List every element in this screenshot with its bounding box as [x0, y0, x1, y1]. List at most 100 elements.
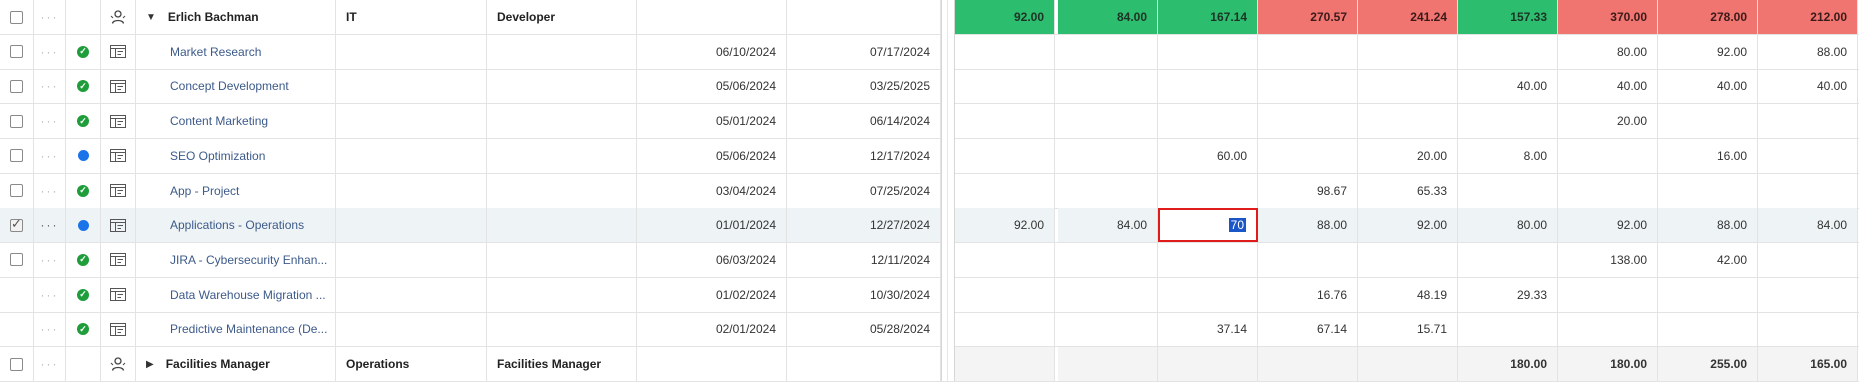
- allocation-value-cell[interactable]: 20.00: [1358, 138, 1458, 173]
- board-icon[interactable]: [110, 184, 126, 197]
- more-options-icon[interactable]: ···: [41, 114, 59, 128]
- allocation-value-cell[interactable]: [1058, 173, 1158, 208]
- task-row[interactable]: ··· ✓ Content Marketing 05/01/2024 06/14/202…: [0, 104, 1859, 140]
- more-options-icon[interactable]: ···: [41, 218, 59, 232]
- allocation-value-cell[interactable]: 40.00: [1558, 69, 1658, 104]
- board-icon-cell[interactable]: [101, 312, 136, 347]
- board-icon[interactable]: [110, 253, 126, 267]
- row-checkbox[interactable]: [10, 114, 23, 128]
- row-checkbox[interactable]: [10, 184, 23, 197]
- task-name[interactable]: Concept Development: [136, 69, 336, 104]
- row-checkbox[interactable]: [10, 216, 23, 232]
- row-menu-cell[interactable]: ···: [34, 138, 66, 173]
- board-icon[interactable]: [110, 218, 126, 232]
- group-name-cell[interactable]: ▶ Facilities Manager: [136, 347, 336, 381]
- row-checkbox[interactable]: [10, 253, 23, 267]
- allocation-value-cell[interactable]: [1458, 173, 1558, 208]
- group-row[interactable]: ··· ▶ Facilities Manager Operations Faciliti…: [0, 347, 1859, 382]
- board-icon[interactable]: [110, 114, 126, 128]
- allocation-value-cell[interactable]: 48.19: [1358, 277, 1458, 312]
- allocation-value-cell[interactable]: [1558, 277, 1658, 312]
- allocation-value-cell[interactable]: [955, 138, 1055, 173]
- more-options-icon[interactable]: ···: [41, 79, 59, 93]
- task-row[interactable]: ··· ✓ Data Warehouse Migration ... 01/02/20…: [0, 277, 1859, 313]
- allocation-value-cell[interactable]: 42.00: [1658, 242, 1758, 277]
- allocation-value-cell[interactable]: 92.00: [1658, 34, 1758, 69]
- task-row[interactable]: ··· ✓ JIRA - Cybersecurity Enhan... 06/03/2…: [0, 242, 1859, 278]
- allocation-value-cell[interactable]: [1058, 138, 1158, 173]
- board-icon[interactable]: [110, 288, 126, 302]
- allocation-value-cell[interactable]: [1158, 173, 1258, 208]
- board-icon-cell[interactable]: [101, 104, 136, 139]
- allocation-value-cell[interactable]: [955, 242, 1055, 277]
- allocation-value-cell[interactable]: 138.00: [1558, 242, 1658, 277]
- allocation-value-cell[interactable]: [1158, 277, 1258, 312]
- more-options-icon[interactable]: ···: [41, 253, 59, 267]
- row-menu-cell[interactable]: ···: [34, 173, 66, 208]
- allocation-value-cell[interactable]: 84.00: [1058, 208, 1158, 243]
- task-name[interactable]: App - Project: [136, 173, 336, 208]
- task-name[interactable]: Predictive Maintenance (De...: [136, 312, 336, 347]
- allocation-value-cell[interactable]: [1158, 104, 1258, 139]
- more-options-icon[interactable]: ···: [41, 357, 59, 371]
- task-name[interactable]: Data Warehouse Migration ...: [136, 277, 336, 312]
- allocation-value-cell[interactable]: [1658, 312, 1758, 347]
- group-name-cell[interactable]: ▼ Erlich Bachman: [136, 0, 336, 34]
- row-menu-cell[interactable]: ···: [34, 208, 66, 243]
- row-checkbox[interactable]: [10, 45, 23, 59]
- editing-value-cell[interactable]: 70: [1158, 208, 1258, 243]
- task-row[interactable]: ··· Applications - Operations 01/01/202412…: [0, 208, 1859, 244]
- allocation-value-cell[interactable]: 40.00: [1758, 69, 1858, 104]
- pane-splitter[interactable]: [941, 0, 955, 381]
- task-row[interactable]: ··· ✓ Market Research 06/10/2024 07/17/2024 8…: [0, 34, 1859, 70]
- row-checkbox-cell[interactable]: [0, 242, 34, 277]
- allocation-value-cell[interactable]: [1758, 173, 1858, 208]
- task-name[interactable]: Applications - Operations: [136, 208, 336, 243]
- allocation-value-cell[interactable]: [1058, 312, 1158, 347]
- allocation-value-cell[interactable]: [1458, 312, 1558, 347]
- allocation-value-cell[interactable]: [1558, 173, 1658, 208]
- allocation-value-cell[interactable]: [1358, 242, 1458, 277]
- allocation-value-cell[interactable]: 98.67: [1258, 173, 1358, 208]
- more-options-icon[interactable]: ···: [41, 184, 59, 198]
- caret-right-icon[interactable]: ▶: [146, 359, 154, 370]
- allocation-value-cell[interactable]: [955, 312, 1055, 347]
- editing-value[interactable]: 70: [1228, 218, 1246, 233]
- allocation-value-cell[interactable]: 16.00: [1658, 138, 1758, 173]
- allocation-value-cell[interactable]: [1058, 34, 1158, 69]
- task-row[interactable]: ··· ✓ Concept Development 05/06/2024 03/25/2…: [0, 69, 1859, 105]
- board-icon-cell[interactable]: [101, 34, 136, 69]
- row-checkbox-cell[interactable]: [0, 173, 34, 208]
- row-menu-cell[interactable]: ···: [34, 69, 66, 104]
- allocation-value-cell[interactable]: [1558, 138, 1658, 173]
- task-row[interactable]: ··· ✓ Predictive Maintenance (De... 02/01/2…: [0, 312, 1859, 348]
- allocation-value-cell[interactable]: [1758, 138, 1858, 173]
- allocation-value-cell[interactable]: 8.00: [1458, 138, 1558, 173]
- allocation-value-cell[interactable]: [1158, 34, 1258, 69]
- board-icon-cell[interactable]: [101, 69, 136, 104]
- more-options-icon[interactable]: ···: [41, 149, 59, 163]
- allocation-value-cell[interactable]: 37.14: [1158, 312, 1258, 347]
- allocation-value-cell[interactable]: [1058, 242, 1158, 277]
- row-checkbox[interactable]: [10, 10, 23, 24]
- allocation-value-cell[interactable]: [955, 34, 1055, 69]
- board-icon-cell[interactable]: [101, 173, 136, 208]
- board-icon-cell[interactable]: [101, 242, 136, 277]
- allocation-value-cell[interactable]: 88.00: [1758, 34, 1858, 69]
- allocation-value-cell[interactable]: [1758, 242, 1858, 277]
- allocation-value-cell[interactable]: [955, 69, 1055, 104]
- allocation-value-cell[interactable]: [1058, 69, 1158, 104]
- allocation-value-cell[interactable]: [1058, 104, 1158, 139]
- allocation-value-cell[interactable]: [1158, 69, 1258, 104]
- row-checkbox-cell[interactable]: [0, 34, 34, 69]
- task-name[interactable]: SEO Optimization: [136, 138, 336, 173]
- more-options-icon[interactable]: ···: [41, 45, 59, 59]
- row-checkbox-cell[interactable]: [0, 104, 34, 139]
- allocation-value-cell[interactable]: 29.33: [1458, 277, 1558, 312]
- board-icon-cell[interactable]: [101, 208, 136, 243]
- row-checkbox-cell[interactable]: [0, 312, 34, 347]
- allocation-value-cell[interactable]: 60.00: [1158, 138, 1258, 173]
- row-menu-cell[interactable]: ···: [34, 312, 66, 347]
- row-checkbox-cell[interactable]: [0, 208, 34, 243]
- allocation-value-cell[interactable]: [955, 104, 1055, 139]
